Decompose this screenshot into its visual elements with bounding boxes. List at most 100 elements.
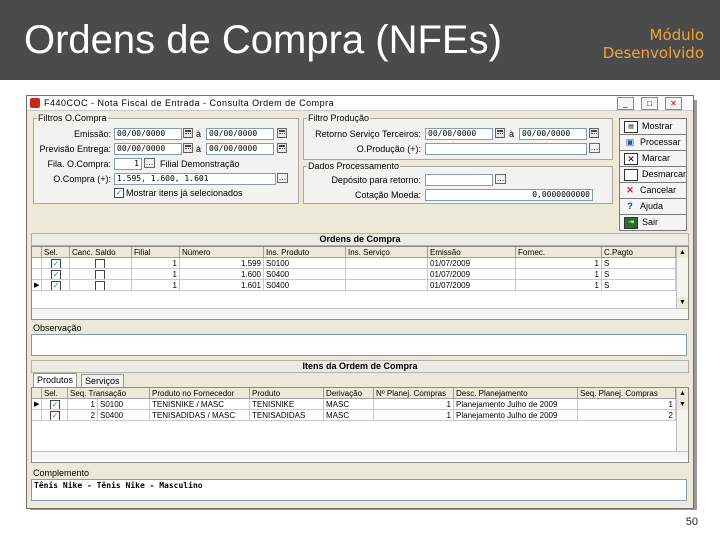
row-ins-servico (346, 258, 428, 269)
deposito-lookup-button[interactable]: … (495, 174, 506, 184)
ordens-col-canc[interactable]: Canc. Saldo (70, 247, 132, 258)
lookup-icon: … (145, 158, 154, 167)
complemento-label: Complemento (33, 468, 90, 478)
op-input[interactable] (425, 143, 587, 155)
ordens-col-ins-produto[interactable]: Ins. Produto (264, 247, 346, 258)
window-titlebar[interactable]: F440COC - Nota Fiscal de Entrada - Consu… (27, 96, 693, 111)
row-canc-cell[interactable] (70, 258, 132, 269)
row-cpagto: S (602, 258, 676, 269)
itens-col-sel[interactable]: Sel. (42, 388, 68, 399)
ordens-col-filial[interactable]: Filial (132, 247, 180, 258)
itens-col-nplanej[interactable]: Nº Planej. Compras (374, 388, 454, 399)
emissao-from-calendar-icon[interactable] (183, 128, 193, 138)
row-sel-cell[interactable]: ✓ (42, 269, 70, 280)
checkmark-icon: ✓ (115, 188, 123, 197)
scroll-down-icon[interactable]: ▼ (677, 297, 688, 308)
row-canc-checkbox[interactable] (95, 281, 105, 290)
subtitle-line-1: Módulo (649, 26, 705, 44)
emissao-from-input[interactable]: 00/00/0000 (114, 128, 182, 140)
itens-vertical-scrollbar[interactable]: ▲ ▼ (676, 388, 688, 451)
cancelar-button[interactable]: ✕ Cancelar (619, 182, 687, 199)
scroll-up-icon[interactable]: ▲ (677, 247, 688, 258)
tab-produtos[interactable]: Produtos (33, 373, 78, 387)
filial-input[interactable]: 1 (114, 158, 142, 170)
row-filial: 1 (132, 269, 180, 280)
item-sel-cell[interactable]: ✓ (42, 410, 68, 421)
close-button[interactable]: ✕ (665, 97, 682, 110)
previsao-from-input[interactable]: 00/00/0000 (114, 143, 182, 155)
mostrar-selecionados-checkbox[interactable]: ✓ (114, 188, 124, 198)
previsao-from-calendar-icon[interactable] (183, 143, 193, 153)
minimize-button[interactable]: _ (617, 97, 634, 110)
tab-servicos[interactable]: Serviços (81, 374, 124, 387)
row-sel-checkbox[interactable]: ✓ (51, 281, 61, 290)
marcar-button[interactable]: ✕ Marcar (619, 150, 687, 167)
sair-button-label: Sair (642, 217, 659, 227)
row-sel-checkbox[interactable]: ✓ (51, 259, 61, 268)
ajuda-button[interactable]: ? Ajuda (619, 198, 687, 215)
row-indicator (32, 410, 42, 421)
itens-horizontal-scrollbar[interactable] (32, 451, 688, 461)
retorno-from-input[interactable]: 00/00/0000 (425, 128, 493, 140)
previsao-to-input[interactable]: 00/00/0000 (206, 143, 274, 155)
item-sel-checkbox[interactable]: ✓ (50, 411, 60, 420)
row-emissao: 01/07/2009 (428, 280, 516, 291)
deposito-label: Depósito para retorno: (331, 175, 421, 185)
lookup-icon: … (590, 143, 599, 152)
row-canc-checkbox[interactable] (95, 259, 105, 268)
ordens-col-cpagto[interactable]: C.Pagto (602, 247, 676, 258)
emissao-to-calendar-icon[interactable] (277, 128, 287, 138)
app-icon (30, 98, 40, 108)
unmark-icon (624, 169, 638, 181)
row-canc-cell[interactable] (70, 280, 132, 291)
mostrar-button[interactable]: ▤ Mostrar (619, 118, 687, 135)
sair-button[interactable]: ⇥ Sair (619, 214, 687, 231)
item-sel-cell[interactable]: ✓ (42, 399, 68, 410)
row-sel-cell[interactable]: ✓ (42, 258, 70, 269)
processar-button[interactable]: ▣ Processar (619, 134, 687, 151)
emissao-to-input[interactable]: 00/00/0000 (206, 128, 274, 140)
retorno-to-calendar-icon[interactable] (589, 128, 599, 138)
op-lookup-button[interactable]: … (589, 143, 600, 153)
itens-col-derivacao[interactable]: Derivação (324, 388, 374, 399)
itens-grid: Sel. Seq. Transação Produto no Fornecedo… (31, 387, 689, 463)
ordens-col-numero[interactable]: Número (180, 247, 264, 258)
itens-col-desc-planej[interactable]: Desc. Planejamento (454, 388, 578, 399)
ocompra-lookup-button[interactable]: … (277, 173, 288, 183)
item-sel-checkbox[interactable]: ✓ (50, 400, 60, 409)
ordens-col-ins-servico[interactable]: Ins. Serviço (346, 247, 428, 258)
row-canc-checkbox[interactable] (95, 270, 105, 279)
ordens-horizontal-scrollbar[interactable] (32, 308, 688, 318)
row-sel-cell[interactable]: ✓ (42, 280, 70, 291)
ordens-col-emissao[interactable]: Emissão (428, 247, 516, 258)
ordens-col-sel[interactable]: Sel. (42, 247, 70, 258)
item-nplanej: 1 (374, 410, 454, 421)
scroll-up-icon[interactable]: ▲ (677, 388, 688, 399)
row-sel-checkbox[interactable]: ✓ (51, 270, 61, 279)
retorno-from-calendar-icon[interactable] (495, 128, 505, 138)
previsao-to-calendar-icon[interactable] (277, 143, 287, 153)
scroll-down-icon[interactable]: ▼ (677, 399, 688, 410)
itens-col-produto[interactable]: Produto (250, 388, 324, 399)
maximize-button[interactable]: □ (641, 97, 658, 110)
item-produto: TENISADIDAS (250, 410, 324, 421)
cotacao-input[interactable]: 0,0000000000 (425, 189, 593, 201)
itens-col-produto-fornecedor[interactable]: Produto no Fornecedor (150, 388, 250, 399)
row-canc-cell[interactable] (70, 269, 132, 280)
itens-col-seq-planej[interactable]: Seq. Planej. Compras (578, 388, 676, 399)
deposito-input[interactable] (425, 174, 493, 186)
filial-lookup-button[interactable]: … (144, 158, 155, 168)
ordens-col-fornec[interactable]: Fornec. (516, 247, 602, 258)
complemento-field[interactable]: Tênis Nike - Tênis Nike - Masculino (31, 479, 687, 501)
desmarcar-button[interactable]: Desmarcar (619, 166, 687, 183)
retorno-to-input[interactable]: 00/00/0000 (519, 128, 587, 140)
itens-col-seq-transacao[interactable]: Seq. Transação (68, 388, 150, 399)
ocompra-input[interactable]: 1.595, 1.600, 1.601 (114, 173, 276, 185)
filtros-ocompra-legend: Filtros O.Compra (37, 113, 108, 123)
row-numero: 1.599 (180, 258, 264, 269)
app-window: F440COC - Nota Fiscal de Entrada - Consu… (26, 95, 694, 509)
ordens-section-title: Ordens de Compra (31, 233, 689, 246)
ordens-vertical-scrollbar[interactable]: ▲ ▼ (676, 247, 688, 308)
observacao-field[interactable] (31, 334, 687, 356)
row-fornec: 1 (516, 258, 602, 269)
